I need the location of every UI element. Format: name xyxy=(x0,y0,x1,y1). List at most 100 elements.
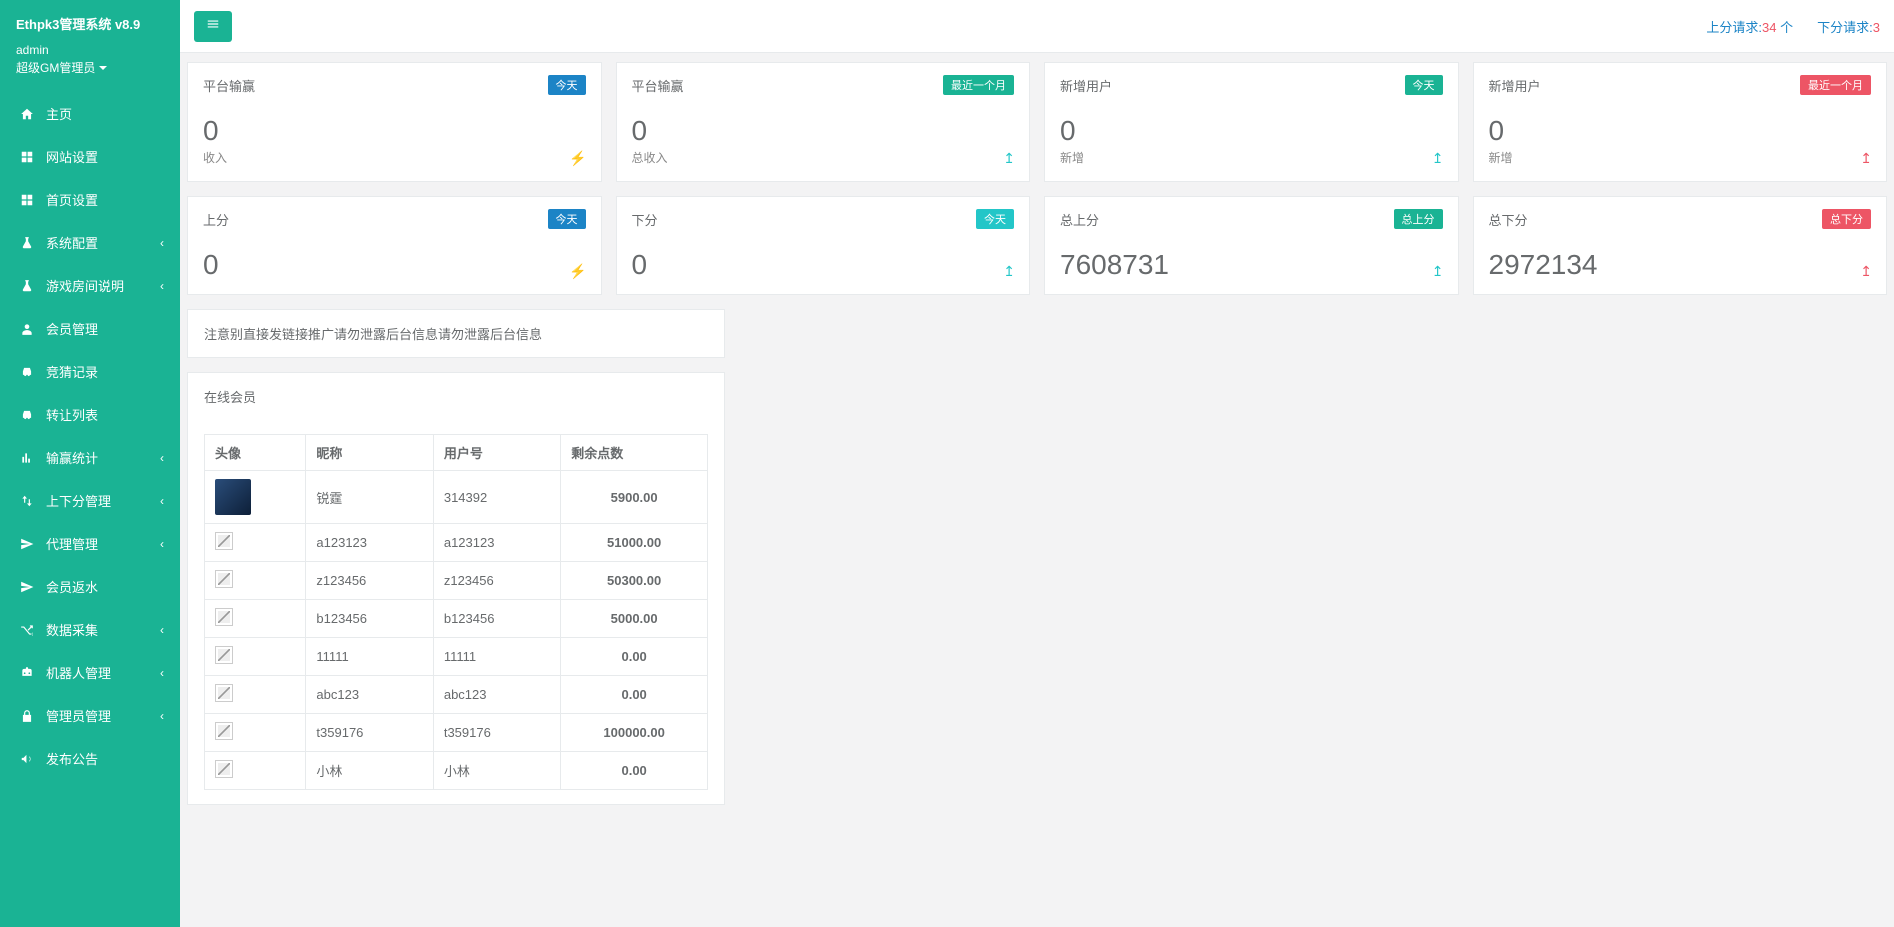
nav-label: 发布公告 xyxy=(46,749,98,768)
stats-row-1: 平台输赢 今天 0 收入 ⚡ 平台输赢 最近一个月 0 总收入 ↥ 新增用户 今… xyxy=(187,62,1887,182)
broken-image-icon xyxy=(215,760,233,778)
table-row: abc123 abc123 0.00 xyxy=(205,676,708,714)
topbar-right: 上分请求:34 个 下分请求:3 xyxy=(1706,17,1880,36)
nav-item-3[interactable]: 系统配置 ‹ xyxy=(0,221,180,264)
indicator-icon: ↥ xyxy=(1860,263,1872,280)
nav-item-4[interactable]: 游戏房间说明 ‹ xyxy=(0,264,180,307)
nav-label: 游戏房间说明 xyxy=(46,276,124,295)
table-row: 锐霆 314392 5900.00 xyxy=(205,471,708,524)
caret-down-icon xyxy=(99,66,107,70)
card-sublabel: 总收入 xyxy=(632,149,1015,166)
broken-image-icon xyxy=(215,646,233,664)
card-value: 7608731 xyxy=(1060,251,1443,279)
role-label: 超级GM管理员 xyxy=(16,59,95,76)
card-badge: 最近一个月 xyxy=(1800,75,1871,95)
send-icon xyxy=(18,537,36,551)
bar-icon xyxy=(18,451,36,465)
pending-down-requests[interactable]: 下分请求:3 xyxy=(1817,17,1880,36)
cell-uid: abc123 xyxy=(433,676,560,714)
cell-points: 0.00 xyxy=(561,752,708,790)
cell-uid: z123456 xyxy=(433,562,560,600)
random-icon xyxy=(18,623,36,637)
indicator-icon: ↥ xyxy=(1432,150,1444,167)
card-value: 0 xyxy=(203,117,586,145)
nav-label: 系统配置 xyxy=(46,233,98,252)
nav-item-9[interactable]: 上下分管理 ‹ xyxy=(0,479,180,522)
nav-item-12[interactable]: 数据采集 ‹ xyxy=(0,608,180,651)
nav-label: 上下分管理 xyxy=(46,491,111,510)
card-value: 0 xyxy=(203,251,586,279)
nav-item-6[interactable]: 竞猜记录 xyxy=(0,350,180,393)
toggle-sidebar-button[interactable] xyxy=(194,11,232,42)
sidebar-header: Ethpk3管理系统 v8.9 admin 超级GM管理员 xyxy=(0,0,180,82)
content: 平台输赢 今天 0 收入 ⚡ 平台输赢 最近一个月 0 总收入 ↥ 新增用户 今… xyxy=(180,53,1894,814)
nav-item-14[interactable]: 管理员管理 ‹ xyxy=(0,694,180,737)
nav-label: 竞猜记录 xyxy=(46,362,98,381)
chevron-left-icon: ‹ xyxy=(160,279,164,293)
car-icon xyxy=(18,365,36,379)
pending-up-requests[interactable]: 上分请求:34 个 xyxy=(1706,17,1793,36)
stats-row-2: 上分 今天 0 ⚡ 下分 今天 0 ↥ 总上分 总上分 xyxy=(187,196,1887,295)
table-row: 11111 11111 0.00 xyxy=(205,638,708,676)
card-title: 上分 xyxy=(203,210,548,229)
cell-points: 0.00 xyxy=(561,676,708,714)
nav-item-13[interactable]: 机器人管理 ‹ xyxy=(0,651,180,694)
th-icon xyxy=(18,150,36,164)
nav-label: 主页 xyxy=(46,104,72,123)
card-sublabel: 新增 xyxy=(1060,149,1443,166)
nav-item-10[interactable]: 代理管理 ‹ xyxy=(0,522,180,565)
nav-item-11[interactable]: 会员返水 xyxy=(0,565,180,608)
cell-nick: b123456 xyxy=(306,600,433,638)
card-title: 平台输赢 xyxy=(632,76,944,95)
table-row: 小林 小林 0.00 xyxy=(205,752,708,790)
nav-label: 网站设置 xyxy=(46,147,98,166)
cell-points: 0.00 xyxy=(561,638,708,676)
notice-panel: 注意别直接发链接推广请勿泄露后台信息请勿泄露后台信息 xyxy=(187,309,725,358)
broken-image-icon xyxy=(215,722,233,740)
app-title: Ethpk3管理系统 v8.9 xyxy=(16,14,164,33)
card-value: 0 xyxy=(632,117,1015,145)
table-header: 剩余点数 xyxy=(561,435,708,471)
main-area: 上分请求:34 个 下分请求:3 平台输赢 今天 0 收入 ⚡ 平台输赢 最近一… xyxy=(180,0,1894,814)
nav-label: 管理员管理 xyxy=(46,706,111,725)
indicator-icon: ⚡ xyxy=(569,263,586,280)
card-value: 0 xyxy=(1060,117,1443,145)
stat2-card-2: 总上分 总上分 7608731 ↥ xyxy=(1044,196,1459,295)
sidebar: Ethpk3管理系统 v8.9 admin 超级GM管理员 主页 网站设置 首页… xyxy=(0,0,180,927)
nav-label: 转让列表 xyxy=(46,405,98,424)
nav-item-0[interactable]: 主页 xyxy=(0,92,180,135)
flask-icon xyxy=(18,236,36,250)
card-badge: 今天 xyxy=(548,209,586,229)
stat1-card-0: 平台输赢 今天 0 收入 ⚡ xyxy=(187,62,602,182)
cell-nick: t359176 xyxy=(306,714,433,752)
table-header: 用户号 xyxy=(433,435,560,471)
nav-item-1[interactable]: 网站设置 xyxy=(0,135,180,178)
indicator-icon: ⚡ xyxy=(569,150,586,167)
table-row: z123456 z123456 50300.00 xyxy=(205,562,708,600)
lock-icon xyxy=(18,709,36,723)
card-sublabel: 收入 xyxy=(203,149,586,166)
card-badge: 总下分 xyxy=(1822,209,1871,229)
flask-icon xyxy=(18,279,36,293)
nav-label: 首页设置 xyxy=(46,190,98,209)
nav-item-2[interactable]: 首页设置 xyxy=(0,178,180,221)
car-icon xyxy=(18,408,36,422)
online-members-title: 在线会员 xyxy=(188,373,724,420)
chevron-left-icon: ‹ xyxy=(160,623,164,637)
stat2-card-0: 上分 今天 0 ⚡ xyxy=(187,196,602,295)
nav-item-7[interactable]: 转让列表 xyxy=(0,393,180,436)
stat1-card-3: 新增用户 最近一个月 0 新增 ↥ xyxy=(1473,62,1888,182)
cell-nick: abc123 xyxy=(306,676,433,714)
cell-uid: 314392 xyxy=(433,471,560,524)
card-title: 新增用户 xyxy=(1060,76,1405,95)
nav-item-8[interactable]: 输赢统计 ‹ xyxy=(0,436,180,479)
broken-image-icon xyxy=(215,532,233,550)
nav-item-5[interactable]: 会员管理 xyxy=(0,307,180,350)
chevron-left-icon: ‹ xyxy=(160,709,164,723)
cell-uid: t359176 xyxy=(433,714,560,752)
cell-nick: 11111 xyxy=(306,638,433,676)
role-dropdown[interactable]: 超级GM管理员 xyxy=(16,59,164,76)
table-header: 头像 xyxy=(205,435,306,471)
nav-item-15[interactable]: 发布公告 xyxy=(0,737,180,780)
cell-nick: z123456 xyxy=(306,562,433,600)
